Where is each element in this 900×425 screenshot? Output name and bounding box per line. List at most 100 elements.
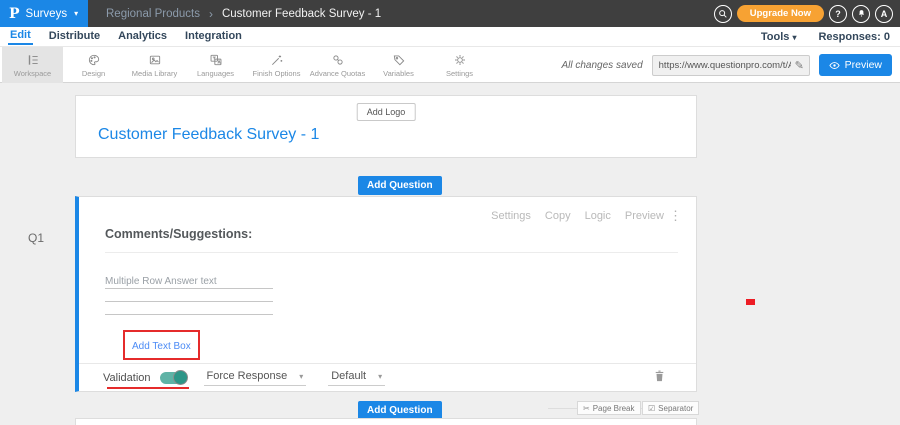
breadcrumb: Regional Products › Customer Feedback Su… (106, 0, 381, 27)
force-response-label: Force Response (207, 370, 288, 382)
survey-url-box[interactable]: ✎ (652, 55, 810, 76)
design-icon (87, 53, 101, 67)
force-response-dropdown[interactable]: Force Response ▾ (204, 369, 307, 386)
annotation-red-underline (107, 387, 189, 389)
toolbar-item-label: Settings (446, 69, 473, 78)
advance-quotas-icon (331, 53, 345, 67)
toolbar-item-label: Variables (383, 69, 414, 78)
search-button[interactable] (714, 5, 732, 23)
chevron-down-icon: ▾ (792, 33, 796, 42)
languages-icon (209, 53, 223, 67)
validation-toggle[interactable] (160, 372, 187, 384)
help-button[interactable]: ? (829, 5, 847, 23)
upgrade-now-button[interactable]: Upgrade Now (737, 5, 824, 22)
topbar-actions: Upgrade Now ? A (714, 0, 893, 27)
toggle-knob (173, 370, 188, 385)
toolbar-item-advance-quotas[interactable]: Advance Quotas (307, 47, 368, 83)
chevron-down-icon: ▾ (74, 9, 78, 18)
section-tabs: Edit Distribute Analytics Integration (8, 27, 244, 46)
survey-url-input[interactable] (659, 60, 791, 71)
survey-title[interactable]: Customer Feedback Survey - 1 (98, 126, 319, 144)
breadcrumb-current: Customer Feedback Survey - 1 (222, 8, 381, 20)
toolbar-item-label: Design (82, 69, 105, 78)
preview-button[interactable]: Preview (819, 54, 892, 76)
default-label: Default (331, 370, 366, 382)
separator-icon: ☑ (648, 404, 655, 413)
eye-icon (829, 60, 840, 71)
notifications-button[interactable] (852, 5, 870, 23)
annotation-red-box: Add Text Box (123, 330, 200, 360)
settings-icon (453, 53, 467, 67)
answer-row-3[interactable] (105, 302, 273, 315)
add-logo-button[interactable]: Add Logo (357, 103, 416, 121)
question-text[interactable]: Comments/Suggestions: (105, 227, 678, 253)
default-dropdown[interactable]: Default ▾ (328, 369, 385, 386)
page-break-icon: ✂ (583, 404, 590, 413)
kebab-menu-icon[interactable]: ⋮ (669, 208, 682, 224)
validation-label: Validation (103, 372, 151, 384)
answer-row-1[interactable]: Multiple Row Answer text (105, 276, 273, 289)
preview-label: Preview (845, 59, 882, 71)
survey-header-card: Add Logo Customer Feedback Survey - 1 (75, 95, 697, 158)
tools-label: Tools (761, 31, 790, 43)
toolbar-items: Workspace Design Media Library Languages… (2, 47, 490, 83)
tab-distribute[interactable]: Distribute (47, 29, 102, 44)
toolbar-item-settings[interactable]: Settings (429, 47, 490, 83)
page-break-label: Page Break (593, 404, 635, 413)
annotation-red-dash (746, 299, 755, 305)
question-actions: Settings Copy Logic Preview (491, 210, 664, 222)
save-status: All changes saved (561, 60, 642, 71)
answer-row-2[interactable] (105, 289, 273, 302)
toolbar-item-workspace[interactable]: Workspace (2, 47, 63, 83)
question-settings-link[interactable]: Settings (491, 210, 531, 222)
toolbar-item-media-library[interactable]: Media Library (124, 47, 185, 83)
search-icon (718, 9, 728, 19)
toolbar-item-label: Workspace (14, 69, 51, 78)
add-question-button-top[interactable]: Add Question (358, 176, 442, 195)
toolbar-item-languages[interactable]: Languages (185, 47, 246, 83)
separator-label: Separator (658, 404, 693, 413)
app-label: Surveys (26, 8, 68, 20)
tools-menu[interactable]: Tools ▾ (761, 31, 797, 43)
question-card: Settings Copy Logic Preview ⋮ Comments/S… (75, 196, 697, 392)
toolbar-item-finish-options[interactable]: Finish Options (246, 47, 307, 83)
avatar[interactable]: A (875, 5, 893, 23)
next-card-edge (75, 418, 697, 425)
question-logic-link[interactable]: Logic (585, 210, 611, 222)
page-break-button[interactable]: ✂ Page Break (577, 401, 641, 415)
chevron-down-icon: ▾ (378, 372, 382, 381)
questionpro-logo: P (9, 6, 20, 22)
toolbar-item-label: Advance Quotas (310, 69, 365, 78)
bell-icon (857, 9, 866, 18)
breadcrumb-chevron-icon: › (209, 7, 213, 21)
tab-integration[interactable]: Integration (183, 29, 244, 44)
breadcrumb-parent[interactable]: Regional Products (106, 8, 200, 20)
toolbar-right: All changes saved ✎ Preview (561, 47, 892, 83)
add-text-box-link[interactable]: Add Text Box (132, 341, 191, 352)
question-copy-link[interactable]: Copy (545, 210, 571, 222)
question-footer-bar: Validation Force Response ▾ Default ▾ (79, 363, 696, 391)
edit-url-icon[interactable]: ✎ (795, 59, 804, 72)
toolbar-item-variables[interactable]: Variables (368, 47, 429, 83)
media-library-icon (148, 53, 162, 67)
surveys-menu[interactable]: P Surveys ▾ (0, 0, 88, 27)
toolbar-item-design[interactable]: Design (63, 47, 124, 83)
toolbar-item-label: Languages (197, 69, 234, 78)
section-nav-right: Tools ▾ Responses: 0 (761, 27, 890, 46)
tab-analytics[interactable]: Analytics (116, 29, 169, 44)
question-preview-link[interactable]: Preview (625, 210, 664, 222)
question-number: Q1 (28, 231, 44, 245)
toolbar-item-label: Media Library (132, 69, 177, 78)
editor-toolbar: Workspace Design Media Library Languages… (0, 46, 900, 83)
toolbar-item-label: Finish Options (253, 69, 301, 78)
tab-edit[interactable]: Edit (8, 28, 33, 45)
chevron-down-icon: ▾ (299, 372, 303, 381)
variables-icon (392, 53, 406, 67)
delete-question-button[interactable] (653, 369, 666, 386)
multirow-answer-area: Multiple Row Answer text (105, 276, 273, 315)
separator-button[interactable]: ☑ Separator (642, 401, 699, 415)
responses-count[interactable]: Responses: 0 (818, 31, 890, 43)
finish-options-icon (270, 53, 284, 67)
questionpro-survey-editor: P Surveys ▾ Regional Products › Customer… (0, 0, 900, 425)
workspace-icon (26, 53, 40, 67)
